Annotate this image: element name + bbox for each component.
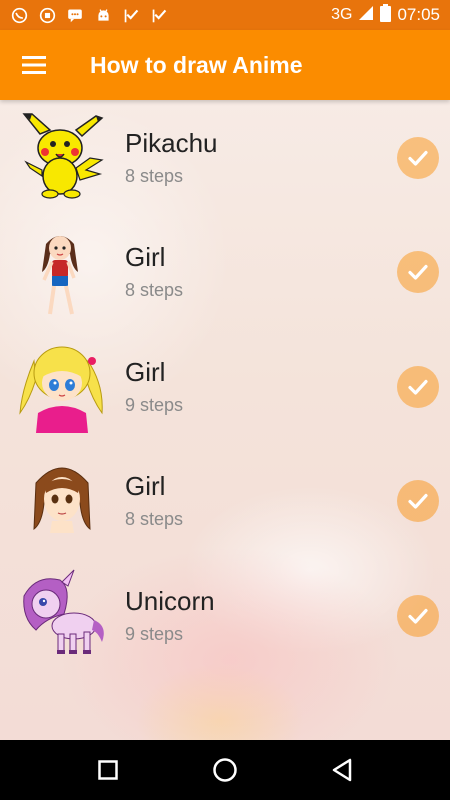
completed-badge [397,480,439,522]
brown-hair-girl-thumbnail [33,467,91,533]
item-steps: 9 steps [125,395,184,415]
completed-badge [397,251,439,293]
vpn-icon [38,6,56,24]
item-title: Girl [125,471,166,501]
girl-thumbnail [42,236,78,315]
triangle-back-icon [332,758,351,782]
list-item[interactable]: Girl 9 steps [0,329,450,443]
item-steps: 8 steps [125,509,184,529]
item-title: Girl [125,357,166,387]
list-item[interactable]: Pikachu 8 steps [0,100,450,214]
checkmark-icon [408,379,428,395]
pikachu-thumbnail [22,113,104,199]
recents-button[interactable] [83,745,133,795]
item-steps: 9 steps [125,624,184,644]
app-title: How to draw Anime [90,51,303,78]
notification-icons [10,6,168,24]
completed-badge [397,366,439,408]
list-item[interactable]: Girl 8 steps [0,214,450,328]
checkmark-icon [408,493,428,509]
navigation-bar [0,740,450,800]
item-title: Unicorn [125,586,215,616]
circle-home-icon [213,758,237,782]
message-icon [66,6,84,24]
item-title: Pikachu [125,128,218,158]
completed-badge [397,595,439,637]
blonde-girl-thumbnail [19,346,103,433]
lesson-list: Pikachu 8 steps Girl 8 steps Girl 9 step… [0,100,450,740]
checkmark-icon [408,608,428,624]
square-recents-icon [98,760,119,780]
system-status: 3G 07:05 [331,3,440,27]
back-button[interactable] [317,745,367,795]
battery-icon [380,3,392,27]
unicorn-thumbnail [23,569,104,654]
checkmark-icon [408,264,428,280]
check-flag-icon [150,6,168,24]
item-steps: 8 steps [125,166,184,186]
signal-icon [358,5,374,26]
whatsapp-icon [10,6,28,24]
check-flag-icon [122,6,140,24]
completed-badge [397,137,439,179]
android-icon [94,6,112,24]
checkmark-icon [408,150,428,166]
list-item[interactable]: Girl 8 steps [0,443,450,557]
item-title: Girl [125,242,166,272]
home-button[interactable] [200,745,250,795]
clock: 07:05 [397,5,440,24]
network-type: 3G [331,6,353,23]
hamburger-menu-icon [22,56,46,74]
app-bar: How to draw Anime [0,30,450,100]
status-bar: 3G 07:05 [0,0,450,30]
list-item[interactable]: Unicorn 9 steps [0,558,450,672]
menu-button[interactable] [0,30,70,100]
item-steps: 8 steps [125,280,184,300]
